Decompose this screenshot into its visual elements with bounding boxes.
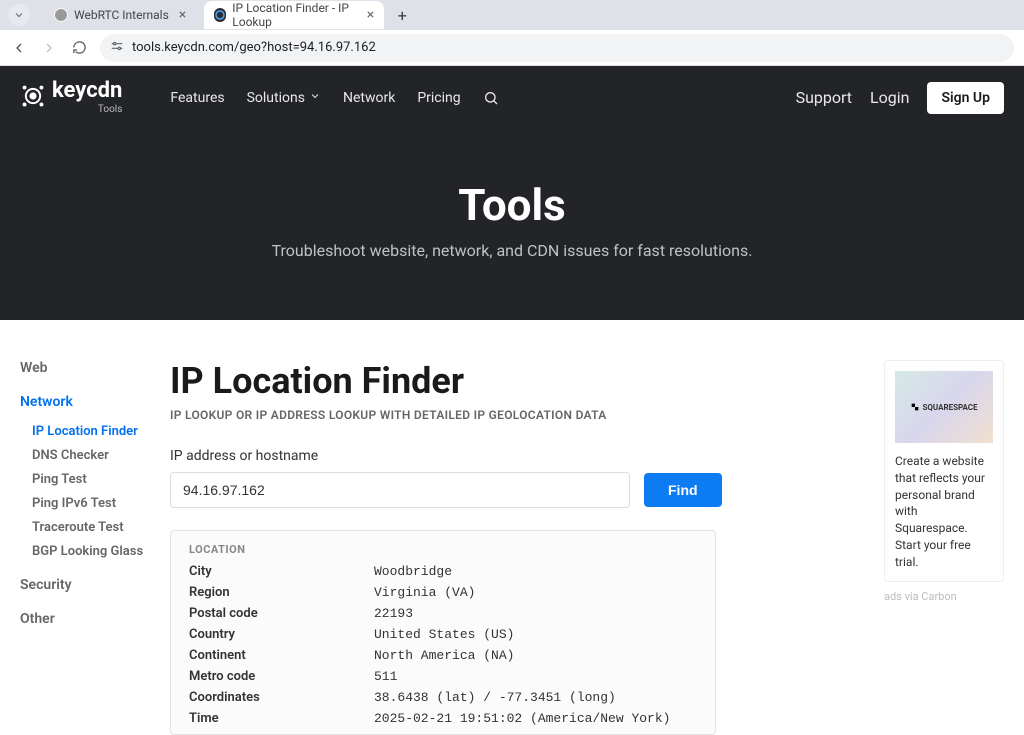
new-tab-button[interactable]: + — [392, 5, 412, 25]
site-favicon — [214, 8, 226, 22]
sidebar-cat-security[interactable]: Security — [20, 577, 170, 593]
close-icon[interactable]: × — [179, 8, 186, 22]
ad-text: Create a website that reflects your pers… — [895, 453, 993, 571]
sidebar-sublist: IP Location Finder DNS Checker Ping Test… — [32, 424, 170, 559]
logo-icon — [20, 83, 46, 113]
page-title: IP Location Finder — [170, 360, 868, 402]
close-icon[interactable]: × — [367, 8, 374, 22]
result-row: RegionVirginia (VA) — [189, 585, 697, 600]
result-row: CountryUnited States (US) — [189, 627, 697, 642]
main: Web Network IP Location Finder DNS Check… — [0, 320, 1024, 735]
ad-via[interactable]: ads via Carbon — [884, 590, 1004, 603]
ad-column: SQUARESPACE Create a website that reflec… — [884, 360, 1004, 735]
nav-login[interactable]: Login — [870, 88, 909, 107]
forward-button[interactable] — [40, 40, 58, 56]
sidebar-item-bgp[interactable]: BGP Looking Glass — [32, 544, 170, 559]
logo-text: keycdn — [52, 80, 122, 102]
ad-box[interactable]: SQUARESPACE Create a website that reflec… — [884, 360, 1004, 582]
sidebar-cat-web[interactable]: Web — [20, 360, 170, 376]
result-row: Metro code511 — [189, 669, 697, 684]
nav-links: Features Solutions Network Pricing — [170, 90, 498, 106]
tab-webrtc[interactable]: WebRTC Internals × — [44, 1, 196, 29]
content: IP Location Finder IP LOOKUP OR IP ADDRE… — [170, 360, 868, 735]
sidebar-item-dns[interactable]: DNS Checker — [32, 448, 170, 463]
form-label: IP address or hostname — [170, 448, 868, 464]
ad-brand: SQUARESPACE — [910, 402, 977, 412]
hero: Tools Troubleshoot website, network, and… — [0, 129, 1024, 320]
nav-pricing[interactable]: Pricing — [417, 90, 460, 106]
tab-title: IP Location Finder - IP Lookup — [232, 1, 357, 29]
nav-solutions[interactable]: Solutions — [247, 90, 321, 106]
tab-title: WebRTC Internals — [74, 8, 169, 22]
back-button[interactable] — [10, 40, 28, 56]
browser-tab-strip: WebRTC Internals × IP Location Finder - … — [0, 0, 1024, 30]
sidebar-item-ping6[interactable]: Ping IPv6 Test — [32, 496, 170, 511]
result-row: ContinentNorth America (NA) — [189, 648, 697, 663]
find-button[interactable]: Find — [644, 473, 722, 507]
sidebar-cat-network[interactable]: Network — [20, 394, 170, 410]
sidebar-item-traceroute[interactable]: Traceroute Test — [32, 520, 170, 535]
site-settings-icon[interactable] — [110, 39, 124, 57]
result-row: Time2025-02-21 19:51:02 (America/New Yor… — [189, 711, 697, 726]
result-row: Postal code22193 — [189, 606, 697, 621]
chevron-down-icon — [309, 90, 321, 105]
hero-title: Tools — [20, 179, 1004, 231]
logo-subtext: Tools — [50, 104, 122, 115]
sidebar-item-ip-finder[interactable]: IP Location Finder — [32, 424, 170, 439]
result-row: CityWoodbridge — [189, 564, 697, 579]
globe-icon — [54, 8, 68, 22]
search-icon[interactable] — [483, 90, 499, 106]
page-subtitle: IP LOOKUP OR IP ADDRESS LOOKUP WITH DETA… — [170, 408, 868, 422]
ad-image: SQUARESPACE — [895, 371, 993, 443]
sidebar: Web Network IP Location Finder DNS Check… — [20, 360, 170, 735]
signup-button[interactable]: Sign Up — [927, 82, 1004, 114]
site-header: keycdn Tools Features Solutions Network … — [0, 66, 1024, 320]
browser-toolbar: tools.keycdn.com/geo?host=94.16.97.162 — [0, 30, 1024, 66]
tab-ip-finder[interactable]: IP Location Finder - IP Lookup × — [204, 1, 384, 29]
logo[interactable]: keycdn Tools — [20, 80, 122, 115]
result-row: Coordinates38.6438 (lat) / -77.3451 (lon… — [189, 690, 697, 705]
nav-features[interactable]: Features — [170, 90, 224, 106]
reload-button[interactable] — [70, 40, 88, 55]
result-box: LOCATION CityWoodbridge RegionVirginia (… — [170, 530, 716, 735]
nav-support[interactable]: Support — [796, 88, 852, 107]
sidebar-item-ping[interactable]: Ping Test — [32, 472, 170, 487]
hero-subtitle: Troubleshoot website, network, and CDN i… — [20, 241, 1004, 260]
browser-profile-button[interactable] — [8, 4, 30, 26]
address-bar[interactable]: tools.keycdn.com/geo?host=94.16.97.162 — [100, 34, 1014, 62]
nav-network[interactable]: Network — [343, 90, 395, 106]
url-text: tools.keycdn.com/geo?host=94.16.97.162 — [132, 40, 376, 55]
ip-input[interactable] — [170, 472, 630, 508]
form-row: Find — [170, 472, 868, 508]
result-heading: LOCATION — [189, 543, 697, 556]
sidebar-cat-other[interactable]: Other — [20, 611, 170, 627]
